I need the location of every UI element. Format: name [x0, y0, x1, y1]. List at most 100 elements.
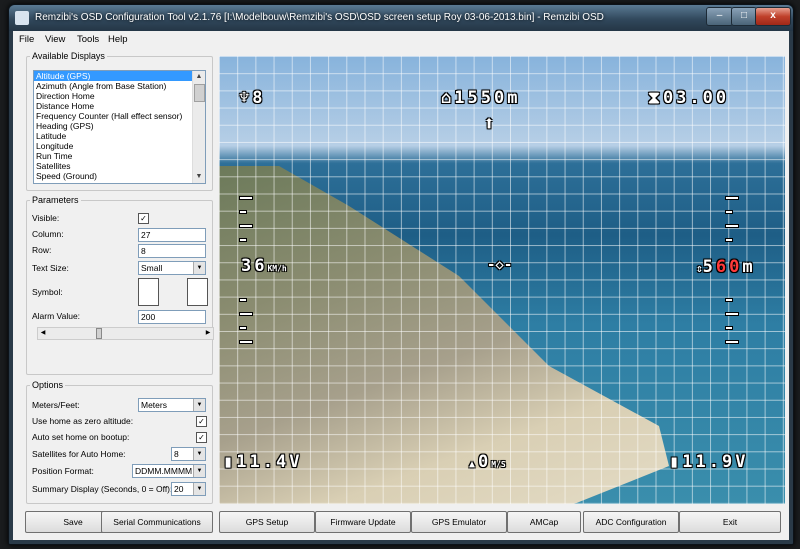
alarm-label: Alarm Value:: [32, 311, 81, 321]
meters-feet-label: Meters/Feet:: [32, 400, 80, 410]
window-title: Remzibi's OSD Configuration Tool v2.1.76…: [35, 12, 604, 23]
displays-listbox[interactable]: Altitude (GPS) Azimuth (Angle from Base …: [33, 70, 206, 184]
adc-configuration-button[interactable]: ADC Configuration: [583, 511, 679, 533]
osd-home-distance[interactable]: ⌂1550m: [441, 88, 520, 108]
minimize-button[interactable]: –: [706, 7, 733, 26]
menu-bar: File View Tools Help: [13, 31, 789, 47]
title-bar[interactable]: Remzibi's OSD Configuration Tool v2.1.76…: [9, 5, 793, 31]
osd-climb-unit: M/S: [491, 460, 506, 469]
osd-sats-value: 8: [252, 88, 266, 108]
scroll-down-icon[interactable]: ▼: [193, 171, 205, 183]
text-size-value: Small: [141, 263, 163, 273]
serial-communications-button[interactable]: Serial Communications: [101, 511, 213, 533]
list-item[interactable]: Frequency Counter (Hall effect sensor): [34, 111, 205, 121]
scroll-thumb[interactable]: [194, 84, 205, 102]
sats-auto-home-label: Satellites for Auto Home:: [32, 449, 126, 459]
list-item[interactable]: Heading (GPS): [34, 121, 205, 131]
menu-tools[interactable]: Tools: [77, 34, 99, 45]
chevron-down-icon[interactable]: ▼: [193, 448, 205, 460]
list-item[interactable]: Latitude: [34, 131, 205, 141]
sats-auto-home-value: 8: [174, 449, 179, 459]
chevron-down-icon[interactable]: ▼: [193, 483, 205, 495]
scroll-up-icon[interactable]: ▲: [193, 71, 205, 83]
main-window: Remzibi's OSD Configuration Tool v2.1.76…: [8, 4, 794, 545]
row-input[interactable]: 8: [138, 244, 206, 258]
osd-battery-2-value: 11.9V: [682, 452, 749, 472]
position-format-label: Position Format:: [32, 466, 94, 476]
close-button[interactable]: x: [755, 7, 791, 26]
osd-battery-1[interactable]: ▮11.4V: [223, 452, 302, 472]
summary-display-label: Summary Display (Seconds, 0 = Off):: [32, 484, 173, 494]
satellite-icon: ♆: [239, 88, 253, 108]
amcap-button[interactable]: AMCap: [507, 511, 581, 533]
chevron-down-icon[interactable]: ▼: [193, 465, 205, 477]
osd-climb-rate[interactable]: ▲0M/S: [469, 452, 506, 472]
parameters-legend: Parameters: [32, 195, 79, 205]
osd-timer[interactable]: ⧗03.00: [648, 88, 729, 108]
list-item[interactable]: Run Time: [34, 151, 205, 161]
osd-preview-screen[interactable]: ♆8 ⌂1550m ⧗03.00 ⬆ 36KM/h -◇- ⇕560m ▮11.…: [219, 56, 785, 504]
osd-home-distance-value: 1550m: [454, 88, 521, 108]
symbol-preview-right[interactable]: [187, 278, 208, 306]
meters-feet-select[interactable]: Meters ▼: [138, 398, 206, 412]
symbol-preview-left[interactable]: [138, 278, 159, 306]
osd-altitude-prefix: 5: [702, 257, 716, 277]
meters-feet-value: Meters: [141, 400, 167, 410]
gps-emulator-button[interactable]: GPS Emulator: [411, 511, 507, 533]
exit-button[interactable]: Exit: [679, 511, 781, 533]
list-item[interactable]: Distance Home: [34, 101, 205, 111]
available-displays-legend: Available Displays: [32, 51, 105, 61]
firmware-update-button[interactable]: Firmware Update: [315, 511, 411, 533]
home-zero-checkbox[interactable]: ✓: [196, 416, 207, 427]
alarm-input[interactable]: 200: [138, 310, 206, 324]
client-area: File View Tools Help Available Displays …: [13, 31, 789, 540]
text-size-select[interactable]: Small ▼: [138, 261, 206, 275]
alarm-slider[interactable]: ◀ ▶: [37, 327, 214, 340]
osd-grid: [219, 56, 785, 504]
osd-timer-value: 03.00: [662, 88, 730, 108]
menu-file[interactable]: File: [19, 34, 34, 45]
slider-thumb[interactable]: [96, 328, 102, 339]
crosshair-icon[interactable]: -◇-: [487, 257, 512, 273]
list-item[interactable]: Speed (Ground): [34, 171, 205, 181]
osd-satellites[interactable]: ♆8: [239, 88, 266, 108]
summary-display-select[interactable]: 20 ▼: [171, 482, 206, 496]
scroll-right-icon[interactable]: ▶: [203, 328, 213, 339]
visible-checkbox[interactable]: ✓: [138, 213, 149, 224]
auto-home-label: Auto set home on bootup:: [32, 432, 130, 442]
osd-speed[interactable]: 36KM/h: [241, 256, 287, 276]
list-item[interactable]: Azimuth (Angle from Base Station): [34, 81, 205, 91]
auto-home-checkbox[interactable]: ✓: [196, 432, 207, 443]
symbol-label: Symbol:: [32, 287, 63, 297]
button-bar: Save Serial Communications GPS Setup Fir…: [13, 508, 789, 538]
gps-setup-button[interactable]: GPS Setup: [219, 511, 315, 533]
app-icon: [15, 11, 29, 25]
osd-altitude[interactable]: ⇕560m: [696, 257, 756, 277]
scroll-left-icon[interactable]: ◀: [38, 328, 48, 339]
displays-scrollbar[interactable]: ▲ ▼: [192, 71, 205, 183]
osd-battery-2[interactable]: ▮11.9V: [669, 452, 748, 472]
home-direction-arrow-icon[interactable]: ⬆: [483, 111, 495, 135]
list-item[interactable]: Altitude (GPS): [34, 71, 205, 81]
column-input[interactable]: 27: [138, 228, 206, 242]
options-legend: Options: [32, 380, 64, 390]
maximize-button[interactable]: □: [731, 7, 757, 26]
chevron-down-icon[interactable]: ▼: [193, 262, 205, 274]
list-item[interactable]: Longitude: [34, 141, 205, 151]
menu-view[interactable]: View: [45, 34, 65, 45]
home-zero-label: Use home as zero altitude:: [32, 416, 134, 426]
list-item[interactable]: Satellites: [34, 161, 205, 171]
osd-battery-1-value: 11.4V: [236, 452, 303, 472]
text-size-label: Text Size:: [32, 263, 69, 273]
chevron-down-icon[interactable]: ▼: [193, 399, 205, 411]
menu-help[interactable]: Help: [108, 34, 128, 45]
sats-auto-home-select[interactable]: 8 ▼: [171, 447, 206, 461]
osd-climb-value: 0: [478, 452, 492, 472]
list-item[interactable]: Direction Home: [34, 91, 205, 101]
osd-altitude-highlight: 60: [715, 257, 743, 277]
battery-icon: ▮: [223, 452, 237, 472]
position-format-select[interactable]: DDMM.MMMM ▼: [132, 464, 206, 478]
home-icon: ⌂: [441, 88, 455, 108]
altitude-icon: ⇕: [696, 262, 703, 275]
osd-speed-unit: KM/h: [267, 264, 287, 273]
